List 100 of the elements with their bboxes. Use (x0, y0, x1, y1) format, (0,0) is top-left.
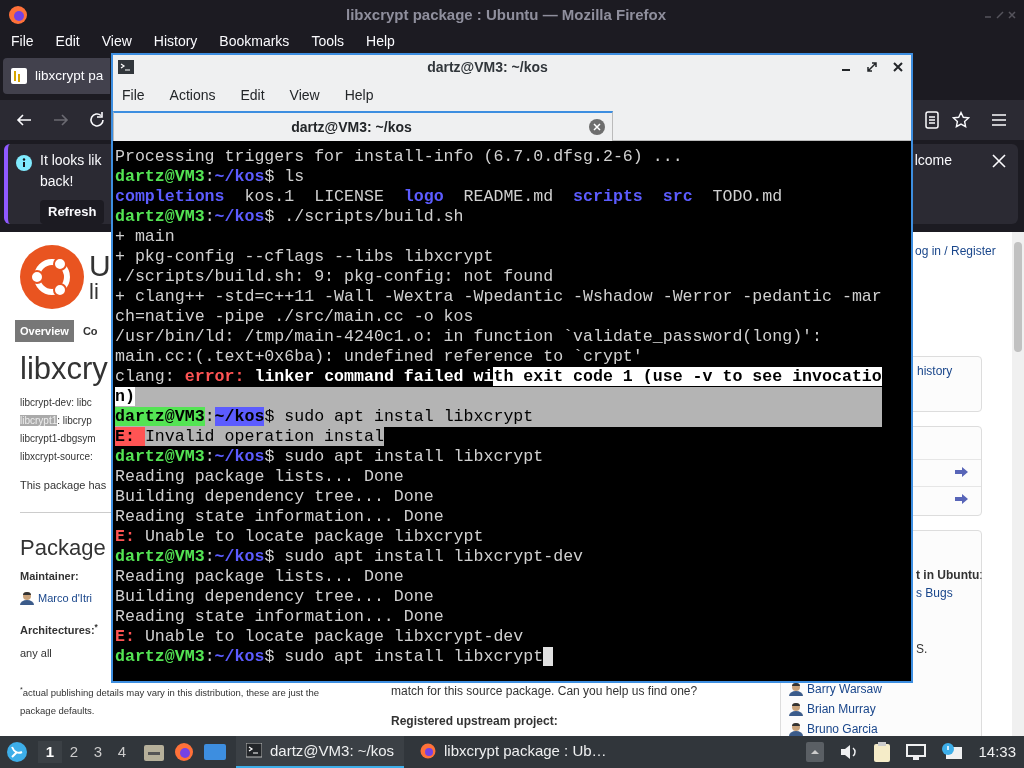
refresh-button[interactable]: Refresh (40, 200, 105, 224)
notification-icon[interactable] (942, 743, 963, 761)
notification-text: It looks lik (40, 151, 103, 170)
person-icon (789, 682, 803, 696)
firefox-icon[interactable] (174, 742, 194, 762)
workspace-button[interactable]: 2 (62, 740, 86, 764)
ubuntu-logo-icon (20, 245, 84, 309)
terminal-line: Processing triggers for install-info (6.7.0.dfsg.2-6) ... (115, 147, 683, 167)
terminal-icon (118, 60, 134, 74)
sidebar-text: t in Ubuntu: (916, 567, 983, 584)
workspace-button[interactable]: 1 (38, 740, 62, 764)
terminal-line: E: Unable to locate package libxcrypt (115, 527, 484, 547)
section-heading: Package (20, 535, 106, 561)
workspace-button[interactable]: 3 (86, 740, 110, 764)
start-menu-icon[interactable] (6, 741, 28, 763)
taskbar-task[interactable]: libxcrypt package : Ub… (410, 736, 617, 768)
terminal-line: dartz@VM3:~/kos$ ls (115, 167, 305, 187)
binary-line: libxcrypt-source: (20, 450, 93, 464)
terminal-line: /usr/bin/ld: /tmp/main-4240c1.o: in function `validate_password(long)': (115, 327, 822, 347)
terminal-line: dartz@VM3:~/kos$ sudo apt install libxcrypt (115, 647, 554, 667)
terminal-line: Reading package lists... Done (115, 567, 404, 587)
terminal-line: main.cc:(.text+0x6ba): undefined reference to `crypt' (115, 347, 643, 367)
page-heading: libxcry (20, 350, 108, 387)
footnote-text: package defaults. (20, 704, 95, 718)
expand-tray-icon[interactable] (806, 742, 825, 762)
terminal-line: dartz@VM3:~/kos$ ./scripts/build.sh (115, 207, 464, 227)
page-tab[interactable]: Overview (15, 320, 74, 342)
menu-item[interactable]: Help (344, 84, 374, 106)
terminal-tab[interactable]: dartz@VM3: ~/kos (113, 111, 613, 141)
terminal-line: ./scripts/build.sh: 9: pkg-config: not found (115, 267, 554, 287)
arrow-right-icon[interactable] (954, 493, 969, 505)
footnote-text: $^{*}$actual publishing details may vary in this distribution, these are just the (20, 686, 320, 700)
window-title: dartz@VM3: ~/kos (427, 57, 548, 77)
maintainer-link[interactable]: Marco d'Itri (38, 589, 93, 607)
taskbar-task[interactable]: dartz@VM3: ~/kos (236, 736, 405, 768)
field-label: Registered upstream project: (391, 713, 559, 730)
bugs-link[interactable]: s Bugs (916, 584, 953, 602)
scrollbar[interactable] (1012, 232, 1024, 736)
arrow-right-icon[interactable] (954, 466, 969, 478)
terminal-line: + main (115, 227, 175, 247)
menu-item[interactable]: Bookmarks (219, 30, 290, 52)
maximize-icon[interactable] (867, 62, 877, 72)
menu-item[interactable]: File (11, 30, 34, 52)
terminal-line: completions kos.1 LICENSE logo README.md scripts src TODO.md (115, 187, 783, 207)
menu-item[interactable]: Tools (311, 30, 345, 52)
close-icon[interactable] (893, 62, 903, 72)
star-icon[interactable] (952, 111, 970, 129)
person-icon (789, 702, 803, 716)
terminal-line: + pkg-config --cflags --libs libxcrypt (115, 247, 494, 267)
terminal-line: Reading state information... Done (115, 607, 444, 627)
menu-item[interactable]: Actions (169, 84, 216, 106)
site-icon (11, 68, 27, 84)
terminal-line: Building dependency tree... Done (115, 587, 434, 607)
firefox-icon (8, 5, 28, 25)
history-link[interactable]: history (917, 364, 953, 378)
terminal-line: E: Unable to locate package libxcrypt-dev (115, 627, 524, 647)
window-title: libxcrypt package : Ubuntu — Mozilla Firefox (345, 4, 666, 25)
notification-text: lcome (914, 151, 952, 170)
browser-tab[interactable]: libxcrypt pa (3, 58, 110, 94)
terminal-line: dartz@VM3:~/kos$ sudo apt install libxcrypt (115, 447, 544, 467)
body-text: match for this source package. Can you help us find one? (391, 683, 699, 700)
terminal-line: Building dependency tree... Done (115, 487, 434, 507)
login-link[interactable]: og in / Register (915, 244, 996, 258)
terminal-line: Reading state information... Done (115, 507, 444, 527)
page-subtitle: li (89, 281, 100, 303)
binary-line: libcrypt-dev: libc (20, 396, 92, 410)
reload-icon[interactable] (88, 111, 106, 129)
menu-item[interactable]: Help (366, 30, 395, 52)
speaker-icon[interactable] (840, 744, 859, 760)
description-text: This package has (20, 478, 107, 493)
clock-text: 14:33 (978, 741, 1016, 762)
person-link[interactable]: Brian Murray (807, 700, 876, 718)
menu-item[interactable]: File (122, 84, 145, 106)
terminal-line: E: Invalid operation instal (115, 427, 384, 447)
info-icon (16, 155, 32, 171)
scrollbar-thumb[interactable] (1014, 242, 1022, 352)
binary-line: libcrypt1: libcryp (20, 414, 92, 428)
clipboard-icon[interactable] (874, 742, 891, 762)
field-label: Architectures:$^{*}$ (20, 621, 98, 638)
reader-icon[interactable] (924, 111, 940, 129)
page-tab[interactable]: Co (77, 320, 103, 342)
person-link[interactable]: Bruno Garcia (807, 720, 878, 736)
terminal-icon (246, 743, 262, 759)
binary-line: libcrypt1-dbgsym (20, 432, 96, 446)
menu-item[interactable]: Edit (240, 84, 265, 106)
menu-item[interactable]: Edit (55, 30, 80, 52)
menu-item[interactable]: View (289, 84, 320, 106)
terminal-line: + clang++ -std=c++11 -Wall -Wextra -Wpedantic -Wshadow -Werror -pedantic -mar (115, 287, 882, 307)
terminal-line: clang: error: linker command failed with exit code 1 (use -v to see invocatio (115, 367, 882, 387)
page-title: U (89, 251, 111, 281)
firefox-icon (420, 743, 437, 759)
sidebar-text: S. (916, 641, 928, 658)
menu-icon[interactable] (991, 113, 1007, 127)
workspace-button[interactable]: 4 (110, 740, 134, 764)
menu-item[interactable]: History (153, 30, 198, 52)
terminal-line: dartz@VM3:~/kos$ sudo apt install libxcrypt-dev (115, 547, 584, 567)
notification-text: back! (40, 172, 75, 191)
menu-item[interactable]: View (101, 30, 132, 52)
person-link[interactable]: Barry Warsaw (807, 680, 882, 698)
terminal-line: Reading package lists... Done (115, 467, 404, 487)
